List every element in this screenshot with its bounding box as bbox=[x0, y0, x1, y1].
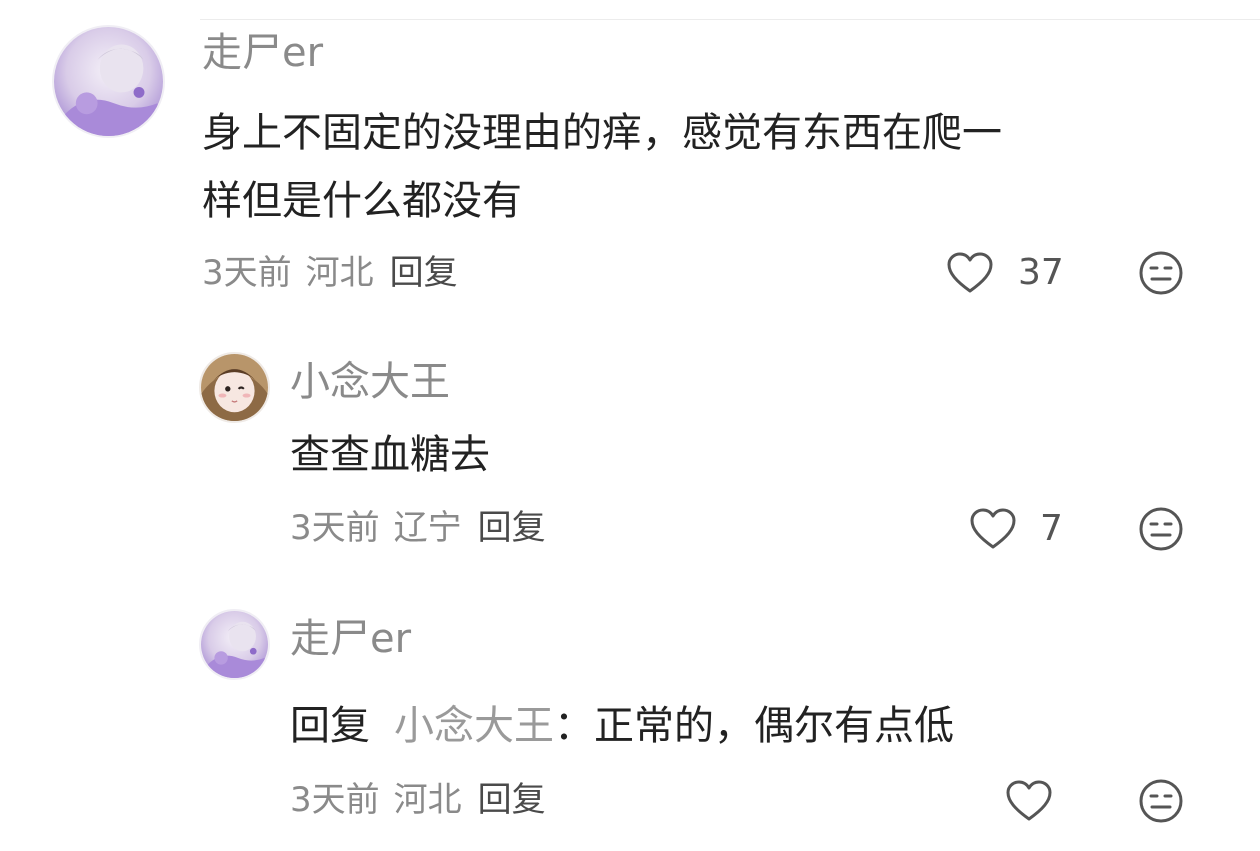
username[interactable]: 走尸er bbox=[290, 619, 411, 659]
reply-text: 正常的，偶尔有点低 bbox=[594, 703, 954, 749]
heart-outline-icon bbox=[1006, 780, 1052, 821]
location: 河北 bbox=[305, 253, 374, 293]
reply-button[interactable]: 回复 bbox=[478, 508, 546, 548]
comment-text: 查查血糖去 bbox=[290, 432, 490, 478]
reply-separator: ： bbox=[554, 703, 594, 749]
reply-target-username[interactable]: 小念大王 bbox=[394, 703, 554, 749]
like-count: 7 bbox=[1040, 508, 1063, 549]
like-button[interactable] bbox=[969, 507, 1017, 551]
divider bbox=[200, 19, 1260, 20]
location: 河北 bbox=[393, 780, 462, 820]
reply-button[interactable]: 回复 bbox=[390, 253, 458, 293]
like-button[interactable] bbox=[1005, 779, 1053, 823]
meh-face-icon bbox=[1139, 251, 1183, 295]
reply-button[interactable]: 回复 bbox=[478, 780, 546, 820]
comment-text-line: 样但是什么都没有 bbox=[202, 178, 522, 224]
avatar[interactable] bbox=[199, 609, 270, 680]
comment-text: 回复 小念大王：正常的，偶尔有点低 bbox=[290, 701, 954, 751]
username[interactable]: 走尸er bbox=[202, 33, 323, 73]
meh-face-icon bbox=[1139, 507, 1183, 551]
location: 辽宁 bbox=[393, 508, 462, 548]
avatar-image bbox=[201, 611, 268, 678]
dislike-button[interactable] bbox=[1138, 506, 1184, 552]
comment-meta: 3天前 河北 回复 bbox=[290, 783, 546, 817]
timestamp: 3天前 bbox=[290, 780, 380, 820]
dislike-button[interactable] bbox=[1138, 250, 1184, 296]
reply-prefix: 回复 bbox=[290, 703, 370, 749]
heart-outline-icon bbox=[947, 252, 993, 293]
avatar[interactable] bbox=[199, 352, 270, 423]
timestamp: 3天前 bbox=[290, 508, 380, 548]
timestamp: 3天前 bbox=[202, 253, 292, 293]
like-button[interactable] bbox=[946, 251, 994, 295]
like-count: 37 bbox=[1018, 252, 1064, 293]
meh-face-icon bbox=[1139, 779, 1183, 823]
username[interactable]: 小念大王 bbox=[290, 362, 450, 402]
comment-text-line: 身上不固定的没理由的痒，感觉有东西在爬一 bbox=[202, 110, 1002, 156]
comment-meta: 3天前 辽宁 回复 bbox=[290, 511, 546, 545]
dislike-button[interactable] bbox=[1138, 778, 1184, 824]
avatar[interactable] bbox=[52, 25, 165, 138]
avatar-image bbox=[54, 27, 163, 136]
heart-outline-icon bbox=[970, 508, 1016, 549]
comment-meta: 3天前 河北 回复 bbox=[202, 256, 458, 290]
avatar-image bbox=[201, 354, 268, 421]
